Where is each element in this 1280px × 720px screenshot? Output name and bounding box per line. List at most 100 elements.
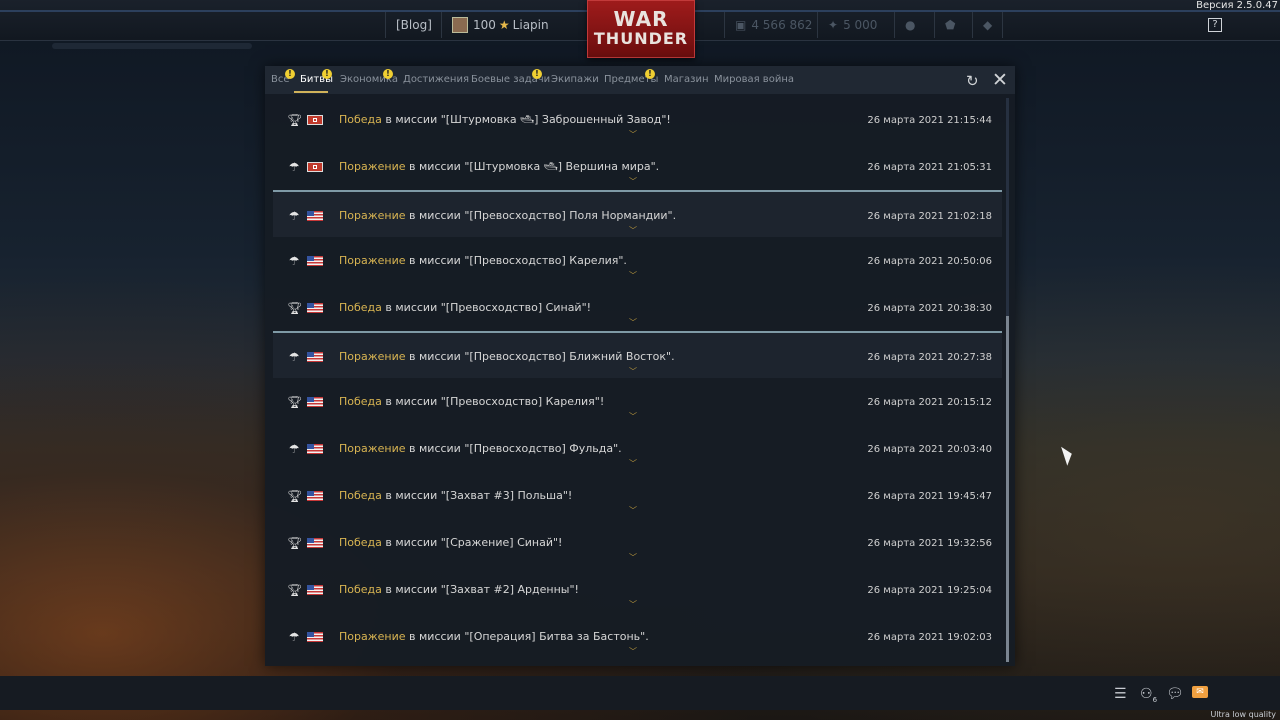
scrollbar-thumb[interactable]: [1006, 316, 1009, 662]
mail-icon[interactable]: ✉: [1192, 686, 1208, 698]
usa-flag-icon: [307, 585, 323, 595]
expand-chevron-icon[interactable]: ﹀: [629, 317, 637, 328]
golden-eagles-balance[interactable]: ✦ 5 000: [817, 12, 887, 38]
usa-flag-icon: [307, 256, 323, 266]
parachute-icon: ☂: [288, 630, 300, 644]
clan-button[interactable]: ⬟: [934, 12, 965, 38]
research-button[interactable]: ●: [894, 12, 925, 38]
friends-icon[interactable]: ⚇6: [1140, 686, 1157, 704]
tab-crews[interactable]: Экипажи: [551, 74, 599, 85]
expand-chevron-icon[interactable]: ﹀: [629, 646, 637, 657]
message-date: 26 марта 2021 20:50:06: [867, 256, 992, 267]
list-icon[interactable]: ☰: [1114, 686, 1127, 702]
message-row[interactable]: 🏆︎ Победа в миссии "[Захват #2] Арденны"!…: [273, 566, 1002, 613]
news-ticker: [52, 43, 252, 49]
message-connector: в миссии: [381, 395, 441, 408]
message-row[interactable]: 🏆︎ Победа в миссии "[Сражение] Синай"! 26 …: [273, 519, 1002, 566]
war-thunder-logo[interactable]: WAR THUNDER: [587, 0, 695, 58]
message-connector: в миссии: [405, 160, 465, 173]
usa-flag-icon: [307, 211, 323, 221]
tab-achievements[interactable]: ! Достижения: [383, 69, 469, 85]
tab-items[interactable]: ! Предметы: [604, 69, 658, 85]
battle-result: Победа: [339, 113, 382, 126]
trophy-icon: 🏆︎: [287, 113, 303, 127]
message-connector: в миссии: [405, 350, 465, 363]
message-date: 26 марта 2021 19:32:56: [867, 538, 992, 549]
player-name: Liapin: [512, 18, 549, 32]
message-text: Поражение в миссии "[Превосходство] Ближ…: [339, 350, 675, 363]
message-row[interactable]: ☂ Поражение в миссии "[Штурмовка 🛥] Верши…: [273, 143, 1002, 190]
parachute-icon: ☂: [288, 160, 300, 174]
message-row[interactable]: ☂ Поражение в миссии "[Превосходство] Бли…: [273, 331, 1002, 378]
mission-name: "[Штурмовка 🛥] Заброшенный Завод"!: [440, 113, 671, 126]
mouse-cursor-icon: [1061, 444, 1075, 466]
quality-label: Ultra low quality: [1210, 710, 1276, 719]
blog-link[interactable]: [Blog]: [385, 12, 442, 38]
message-date: 26 марта 2021 21:05:31: [867, 162, 992, 173]
tab-all[interactable]: ! Все: [271, 69, 295, 85]
message-text: Поражение в миссии "[Превосходство] Каре…: [339, 254, 627, 267]
tab-battles[interactable]: ! Битвы: [300, 69, 333, 85]
battle-result: Победа: [339, 583, 382, 596]
battle-result: Победа: [339, 536, 382, 549]
expand-chevron-icon[interactable]: ﹀: [629, 129, 637, 140]
chat-icon[interactable]: 💬︎: [1166, 686, 1184, 702]
usa-flag-icon: [307, 352, 323, 362]
expand-chevron-icon[interactable]: ﹀: [629, 176, 637, 187]
expand-chevron-icon[interactable]: ﹀: [629, 599, 637, 610]
expand-chevron-icon[interactable]: ﹀: [629, 366, 637, 377]
battle-result: Поражение: [339, 630, 406, 643]
message-connector: в миссии: [405, 442, 465, 455]
message-text: Победа в миссии "[Захват #2] Арденны"!: [339, 583, 579, 596]
ticket-icon: ◆: [983, 18, 993, 32]
message-text: Поражение в миссии "[Операция] Битва за …: [339, 630, 649, 643]
message-row[interactable]: ☂ Поражение в миссии "[Превосходство] Кар…: [273, 237, 1002, 284]
mission-name: "[Сражение] Синай"!: [440, 536, 563, 549]
version-label: Версия 2.5.0.47: [1196, 0, 1278, 11]
battle-result: Победа: [339, 489, 382, 502]
usa-flag-icon: [307, 397, 323, 407]
battle-result: Поражение: [339, 350, 406, 363]
logo-word-1: WAR: [613, 7, 669, 31]
battle-messages-list: 🏆︎ Победа в миссии "[Штурмовка 🛥] Заброше…: [273, 96, 1002, 660]
expand-chevron-icon[interactable]: ﹀: [629, 505, 637, 516]
message-row[interactable]: 🏆︎ Победа в миссии "[Превосходство] Синай…: [273, 284, 1002, 331]
tab-world-war[interactable]: Мировая война: [714, 74, 794, 85]
battle-result: Победа: [339, 395, 382, 408]
warning-badge: !: [532, 69, 542, 79]
expand-chevron-icon[interactable]: ﹀: [629, 552, 637, 563]
expand-chevron-icon[interactable]: ﹀: [629, 225, 637, 236]
expand-chevron-icon[interactable]: ﹀: [629, 411, 637, 422]
profile-block[interactable]: 100 ★ Liapin: [441, 12, 559, 38]
active-tab-underline: [294, 91, 328, 93]
tickets-button[interactable]: ◆: [972, 12, 1004, 38]
usa-flag-icon: [307, 491, 323, 501]
tab-shop[interactable]: Магазин: [664, 74, 709, 85]
help-icon[interactable]: ?: [1208, 18, 1222, 32]
silver-lions-balance[interactable]: ▣ 4 566 862: [724, 12, 822, 38]
message-row[interactable]: ☂ Поражение в миссии "[Операция] Битва за…: [273, 613, 1002, 660]
mission-name: "[Превосходство] Синай"!: [440, 301, 592, 314]
message-text: Поражение в миссии "[Штурмовка 🛥] Вершин…: [339, 160, 659, 173]
expand-chevron-icon[interactable]: ﹀: [629, 458, 637, 469]
message-date: 26 марта 2021 21:15:44: [867, 115, 992, 126]
message-row[interactable]: ☂ Поражение в миссии "[Превосходство] Пол…: [273, 190, 1002, 237]
mission-name: "[Операция] Битва за Бастонь".: [464, 630, 649, 643]
lions-icon: ▣: [735, 18, 747, 32]
message-row[interactable]: 🏆︎ Победа в миссии "[Захват #3] Польша"! 2…: [273, 472, 1002, 519]
message-row[interactable]: ☂ Поражение в миссии "[Превосходство] Фул…: [273, 425, 1002, 472]
warning-badge: !: [383, 69, 393, 79]
player-level: 100: [473, 18, 496, 32]
category-tabs: ! Все ! Битвы Экономика ! Достижения ! Б…: [265, 66, 1015, 94]
tab-battle-tasks[interactable]: ! Боевые задачи: [471, 69, 550, 85]
refresh-icon[interactable]: ↻: [966, 72, 979, 90]
trophy-icon: 🏆︎: [287, 489, 303, 503]
message-row[interactable]: 🏆︎ Победа в миссии "[Превосходство] Карел…: [273, 378, 1002, 425]
message-text: Победа в миссии "[Превосходство] Синай"!: [339, 301, 591, 314]
expand-chevron-icon[interactable]: ﹀: [629, 270, 637, 281]
trophy-icon: 🏆︎: [287, 395, 303, 409]
close-icon[interactable]: ✕: [992, 69, 1008, 91]
message-row[interactable]: 🏆︎ Победа в миссии "[Штурмовка 🛥] Заброше…: [273, 96, 1002, 143]
message-date: 26 марта 2021 20:15:12: [867, 397, 992, 408]
bulb-icon: ●: [905, 18, 916, 32]
